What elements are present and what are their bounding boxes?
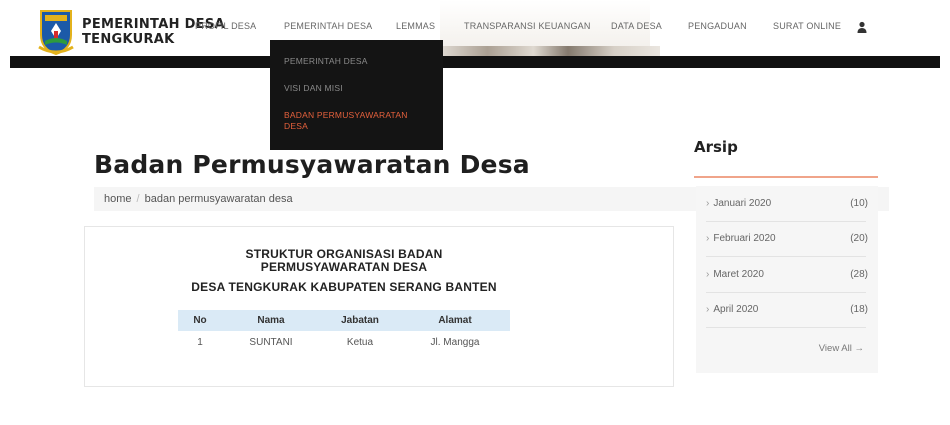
archive-month: April 2020 (713, 304, 759, 315)
view-all-link[interactable]: View All → (819, 343, 864, 354)
organization-card: STRUKTUR ORGANISASI BADAN PERMUSYAWARATA… (84, 226, 674, 387)
breadcrumb-separator: / (136, 193, 140, 205)
cell-jabatan: Ketua (346, 337, 374, 348)
archive-item-januari-2020[interactable]: › Januari 2020 (10) (706, 186, 868, 222)
nav-pengaduan[interactable]: PENGADUAN (688, 21, 747, 31)
column-header-jabatan: Jabatan (320, 310, 400, 331)
archive-item-februari-2020[interactable]: › Februari 2020 (20) (706, 221, 868, 257)
village-emblem-logo[interactable] (37, 9, 75, 55)
pemerintah-desa-dropdown: PEMERINTAH DESA VISI DAN MISI BADAN PERM… (270, 40, 443, 150)
archive-count: (18) (850, 304, 868, 315)
cell-alamat: Jl. Mangga (430, 337, 480, 348)
archive-count: (20) (850, 233, 868, 244)
archive-count: (28) (850, 269, 868, 280)
card-heading-line1: STRUKTUR ORGANISASI BADAN (245, 247, 443, 261)
archive-item-label: › Januari 2020 (706, 198, 771, 209)
cell-nama: SUNTANI (249, 337, 293, 348)
nav-profil-desa[interactable]: PROFIL DESA (195, 21, 256, 31)
dropdown-item-pemerintah-desa[interactable]: PEMERINTAH DESA (284, 56, 434, 67)
chevron-right-icon: › (706, 198, 710, 209)
nav-pemerintah-desa[interactable]: PEMERINTAH DESA (284, 21, 372, 31)
dropdown-item-bpd[interactable]: BADAN PERMUSYAWARATAN DESA (284, 110, 424, 132)
chevron-right-icon: › (706, 304, 710, 315)
archive-count: (10) (850, 198, 868, 209)
archive-item-label: › Maret 2020 (706, 269, 764, 280)
page-title: Badan Permusyawaratan Desa (94, 150, 530, 179)
archive-list: › Januari 2020 (10) › Februari 2020 (20) ›… (696, 186, 878, 373)
nav-transparansi-keuangan[interactable]: TRANSPARANSI KEUANGAN (464, 21, 591, 31)
column-header-nama: Nama (222, 310, 320, 331)
nav-data-desa[interactable]: DATA DESA (611, 21, 662, 31)
breadcrumb-current: badan permusyawaratan desa (144, 193, 293, 205)
chevron-right-icon: › (706, 269, 710, 280)
nav-lemmas[interactable]: LEMMAS (396, 21, 435, 31)
members-table: No Nama Jabatan Alamat 1 SUNTANI Ketua J… (178, 310, 510, 354)
card-heading-line2: PERMUSYAWARATAN DESA (260, 260, 428, 274)
brand-subtitle: TENGKURAK (82, 32, 175, 47)
archive-item-label: › Februari 2020 (706, 233, 776, 244)
user-icon[interactable] (857, 21, 867, 33)
archive-title: Arsip (694, 138, 738, 156)
breadcrumb-home-link[interactable]: home (104, 193, 132, 205)
table-header-row: No Nama Jabatan Alamat (178, 310, 510, 331)
column-header-no: No (178, 310, 222, 331)
archive-item-april-2020[interactable]: › April 2020 (18) (706, 292, 868, 328)
archive-item-label: › April 2020 (706, 304, 758, 315)
cell-no: 1 (197, 337, 203, 348)
header-dark-bar (10, 56, 940, 68)
dropdown-item-visi-misi[interactable]: VISI DAN MISI (284, 83, 434, 94)
archive-title-underline (694, 176, 878, 178)
archive-item-maret-2020[interactable]: › Maret 2020 (28) (706, 257, 868, 293)
archive-month: Februari 2020 (713, 233, 776, 244)
column-header-alamat: Alamat (400, 310, 510, 331)
chevron-right-icon: › (706, 233, 710, 244)
nav-surat-online[interactable]: SURAT ONLINE (773, 21, 841, 31)
archive-month: Maret 2020 (713, 269, 764, 280)
archive-month: Januari 2020 (713, 198, 772, 209)
card-subheading: DESA TENGKURAK KABUPATEN SERANG BANTEN (191, 280, 497, 294)
site-header: PEMERINTAH DESA TENGKURAK PROFIL DESA PE… (0, 0, 950, 68)
table-row: 1 SUNTANI Ketua Jl. Mangga (178, 331, 510, 354)
